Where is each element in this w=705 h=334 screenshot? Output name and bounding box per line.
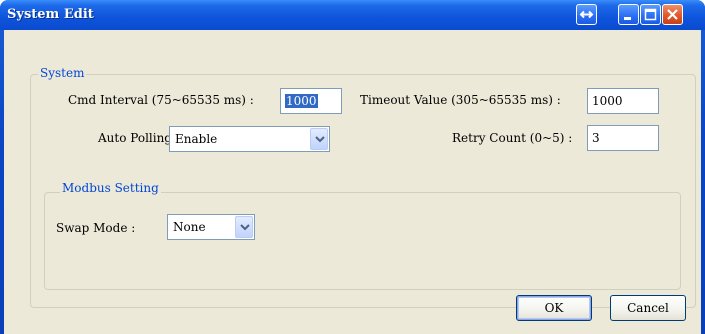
maximize-button[interactable] [640,4,661,25]
dialog-body: System Cmd Interval (75~65535 ms) : 1000… [4,30,701,334]
swap-mode-label: Swap Mode : [56,221,136,235]
cancel-button[interactable]: Cancel [610,295,686,321]
retry-count-input[interactable]: 3 [587,125,659,151]
swap-mode-value: None [173,220,206,234]
timeout-value-value: 1000 [592,94,623,108]
retry-count-label: Retry Count (0~5) : [452,131,573,145]
minimize-button[interactable] [618,4,639,25]
cmd-interval-label: Cmd Interval (75~65535 ms) : [68,93,254,107]
cmd-interval-input[interactable]: 1000 [280,88,342,114]
modbus-group-label: Modbus Setting [60,181,161,195]
chevron-down-icon [315,136,325,143]
window-title: System Edit [7,7,94,22]
chevron-down-icon [240,224,250,231]
auto-polling-dropdown-button[interactable] [310,128,328,150]
auto-polling-label: Auto Polling : [98,131,180,145]
dialog-window: System Edit System Cmd Interval (75~6553… [0,0,705,334]
modbus-groupbox [44,192,681,290]
close-button[interactable] [662,4,683,25]
timeout-value-label: Timeout Value (305~65535 ms) : [360,93,561,107]
minimize-icon [624,17,631,20]
retry-count-value: 3 [592,131,600,145]
close-icon [667,9,678,20]
cmd-interval-value: 1000 [285,94,318,108]
maximize-icon [644,8,657,21]
system-group-label: System [38,66,87,80]
swap-mode-select[interactable]: None [167,214,255,240]
auto-polling-select[interactable]: Enable [169,126,330,152]
auto-polling-value: Enable [175,132,218,146]
timeout-value-input[interactable]: 1000 [587,88,659,114]
ok-button[interactable]: OK [516,295,592,321]
title-bar[interactable]: System Edit [0,0,705,30]
swap-mode-dropdown-button[interactable] [235,216,253,238]
resize-button[interactable] [576,4,597,25]
resize-arrows-icon [579,10,594,19]
